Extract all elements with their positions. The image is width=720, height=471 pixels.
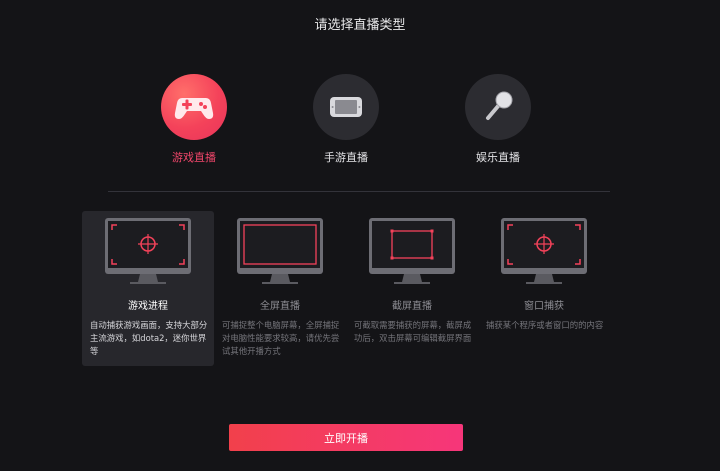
mode-region-capture-label: 截屏直播	[392, 301, 432, 312]
category-entertainment-live[interactable]: 娱乐直播	[443, 74, 553, 165]
fullscreen-monitor-icon	[237, 218, 323, 284]
section-divider	[108, 191, 610, 192]
category-mobile-game-live[interactable]: 手游直播	[291, 74, 401, 165]
mode-game-process[interactable]: 游戏进程 自动捕获游戏画面，支持大部分主流游戏，如dota2，迷你世界等	[82, 211, 214, 366]
category-game-live[interactable]: 游戏直播	[139, 74, 249, 165]
mode-fullscreen-label: 全屏直播	[260, 301, 300, 312]
gamepad-icon	[174, 98, 214, 119]
page-title: 请选择直播类型	[314, 18, 406, 33]
mode-game-process-label: 游戏进程	[128, 301, 168, 312]
mode-window-capture-label: 窗口捕获	[524, 301, 564, 312]
category-mobile-label: 手游直播	[324, 151, 368, 164]
microphone-icon	[486, 91, 513, 120]
category-entertainment-circle	[465, 74, 531, 140]
tablet-icon	[330, 97, 362, 117]
mode-fullscreen-description: 可捕捉整个电脑屏幕，全屏捕捉对电脑性能要求较高，请优先尝试其他开播方式	[222, 320, 340, 356]
category-game-label: 游戏直播	[172, 151, 216, 164]
mode-window-capture-description: 捕获某个程序或者窗口的的内容	[486, 320, 604, 330]
mode-region-capture[interactable]: 截屏直播 可截取需要捕获的屏幕，截屏成功后，双击屏幕可编辑截屏界面	[346, 211, 478, 366]
crosshair-monitor-icon	[105, 218, 191, 284]
category-game-circle	[161, 74, 227, 140]
category-mobile-circle	[313, 74, 379, 140]
mode-region-capture-description: 可截取需要捕获的屏幕，截屏成功后，双击屏幕可编辑截屏界面	[354, 320, 472, 343]
category-entertainment-label: 娱乐直播	[476, 151, 520, 164]
mode-window-capture[interactable]: 窗口捕获 捕获某个程序或者窗口的的内容	[478, 211, 610, 366]
mode-game-process-description: 自动捕获游戏画面，支持大部分主流游戏，如dota2，迷你世界等	[90, 320, 208, 356]
region-monitor-icon	[369, 218, 455, 284]
mode-fullscreen[interactable]: 全屏直播 可捕捉整个电脑屏幕，全屏捕捉对电脑性能要求较高，请优先尝试其他开播方式	[214, 211, 346, 366]
crosshair-monitor-icon	[501, 218, 587, 284]
start-live-button[interactable]: 立即开播	[229, 424, 463, 451]
